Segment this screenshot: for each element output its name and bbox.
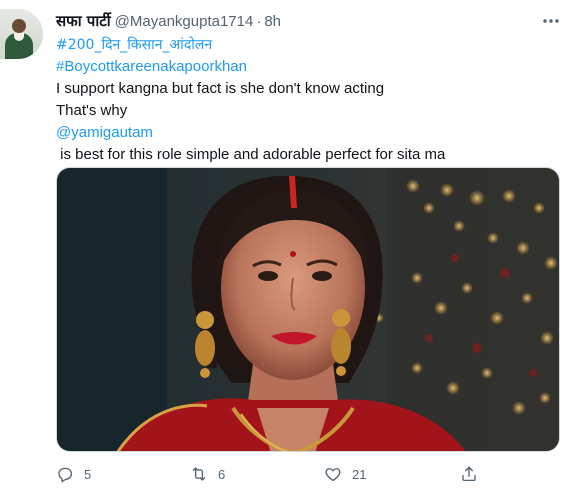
- mention-link[interactable]: @yamigautam: [56, 122, 561, 144]
- more-options-button[interactable]: [541, 12, 561, 30]
- more-icon: [543, 19, 559, 23]
- tweet-header: सफा पार्टी @Mayankgupta1714 · 8h: [56, 10, 561, 32]
- tweet-actions: 5 6 21: [56, 463, 496, 485]
- like-button[interactable]: 21: [324, 463, 366, 485]
- avatar-figure-head: [12, 19, 26, 33]
- reply-button[interactable]: 5: [56, 463, 91, 485]
- like-count: 21: [352, 466, 367, 482]
- tweet-text-line: I support kangna but fact is she don't k…: [56, 80, 385, 97]
- retweet-count: 6: [218, 466, 226, 482]
- author-name[interactable]: सफा पार्टी: [56, 11, 111, 31]
- retweet-button[interactable]: 6: [190, 463, 225, 485]
- tweet-photo[interactable]: [56, 167, 560, 452]
- like-icon: [325, 468, 341, 482]
- tweet-text-line: is best for this role simple and adorabl…: [56, 146, 446, 163]
- tweet-time[interactable]: 8h: [264, 13, 281, 30]
- retweet-icon: [192, 467, 206, 481]
- header-separator: ·: [256, 12, 262, 30]
- share-button[interactable]: [460, 463, 478, 485]
- hashtag-link[interactable]: #Boycottkareenakapoorkhan: [56, 56, 561, 78]
- photo-image: [57, 168, 559, 451]
- reply-count: 5: [84, 466, 92, 482]
- reply-icon: [58, 467, 73, 483]
- hashtag-link[interactable]: #200_दिन_किसान_आंदोलन: [56, 34, 561, 56]
- share-icon: [462, 466, 476, 482]
- tweet-card[interactable]: सफा पार्टी @Mayankgupta1714 · 8h #200_दि…: [0, 0, 575, 492]
- tweet-content: सफा पार्टी @Mayankgupta1714 · 8h #200_दि…: [56, 10, 561, 166]
- tweet-text: #200_दिन_किसान_आंदोलन #Boycottkareenakap…: [56, 34, 561, 166]
- author-handle[interactable]: @Mayankgupta1714: [115, 13, 254, 30]
- tweet-text-line: That's why: [56, 102, 128, 119]
- avatar[interactable]: [0, 9, 43, 59]
